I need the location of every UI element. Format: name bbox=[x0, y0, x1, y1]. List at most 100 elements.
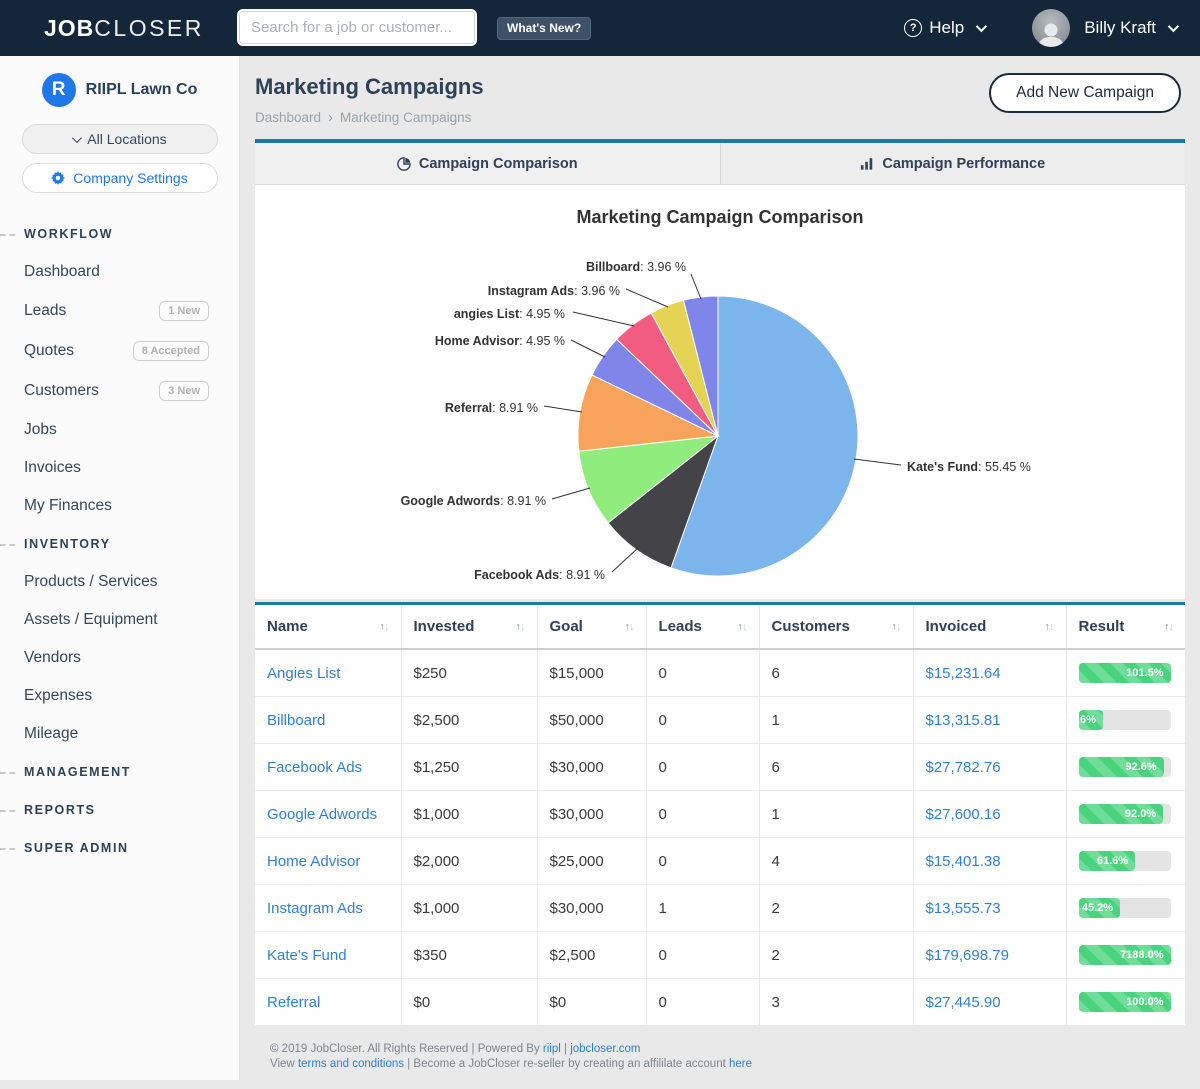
app-logo[interactable]: JOBCLOSER bbox=[44, 15, 204, 42]
sidebar-item-jobs[interactable]: Jobs bbox=[0, 411, 239, 449]
campaign-link[interactable]: Google Adwords bbox=[267, 806, 377, 823]
logo-bold: JOB bbox=[44, 15, 94, 41]
column-label: Goal bbox=[550, 618, 583, 635]
campaign-link[interactable]: Referral bbox=[267, 994, 320, 1011]
campaign-link[interactable]: Kate's Fund bbox=[267, 947, 347, 964]
result-percent-label: 100.0% bbox=[1126, 996, 1163, 1008]
user-avatar[interactable] bbox=[1032, 9, 1070, 47]
cell-customers: 4 bbox=[759, 838, 913, 885]
cell-name: Home Advisor bbox=[255, 838, 401, 885]
result-progress-bar: 101.5% bbox=[1079, 663, 1171, 683]
column-sort-control[interactable]: Name↑↓ bbox=[267, 618, 389, 635]
sort-arrows-icon[interactable]: ↑↓ bbox=[1045, 621, 1054, 633]
cell-invoiced: $15,401.38 bbox=[913, 838, 1066, 885]
result-progress-bar: 100.0% bbox=[1079, 992, 1171, 1012]
sidebar-section-management[interactable]: MANAGEMENT bbox=[0, 753, 239, 791]
sidebar-item-leads[interactable]: Leads1 New bbox=[0, 291, 239, 331]
sort-arrows-icon[interactable]: ↑↓ bbox=[516, 621, 525, 633]
column-header-invested: Invested↑↓ bbox=[401, 605, 537, 649]
user-name[interactable]: Billy Kraft bbox=[1084, 18, 1156, 38]
table-row-angies-list: Angies List$250$15,00006$15,231.64101.5% bbox=[255, 649, 1185, 697]
cell-customers: 3 bbox=[759, 979, 913, 1026]
campaign-link[interactable]: Angies List bbox=[267, 665, 340, 682]
column-sort-control[interactable]: Invested↑↓ bbox=[414, 618, 525, 635]
invoiced-link[interactable]: $15,401.38 bbox=[926, 853, 1001, 870]
company-settings-button[interactable]: Company Settings bbox=[22, 163, 218, 193]
invoiced-link[interactable]: $15,231.64 bbox=[926, 665, 1001, 682]
footer-text: | Become a JobCloser re-seller by creati… bbox=[404, 1058, 729, 1070]
column-sort-control[interactable]: Result↑↓ bbox=[1079, 618, 1174, 635]
sidebar-section-workflow[interactable]: WORKFLOW bbox=[0, 215, 239, 253]
cell-name: Google Adwords bbox=[255, 791, 401, 838]
sort-arrows-icon[interactable]: ↑↓ bbox=[892, 621, 901, 633]
footer-link-jobcloser-com[interactable]: jobcloser.com bbox=[570, 1043, 640, 1055]
help-menu[interactable]: ? Help bbox=[904, 18, 984, 38]
result-progress-fill: 92.0% bbox=[1079, 804, 1164, 824]
sort-arrows-icon[interactable]: ↑↓ bbox=[380, 621, 389, 633]
sidebar-item-label: Customers bbox=[24, 382, 99, 400]
footer-link-riipl[interactable]: riipl bbox=[543, 1043, 561, 1055]
sidebar-item-my-finances[interactable]: My Finances bbox=[0, 487, 239, 525]
sort-arrows-icon[interactable]: ↑↓ bbox=[1164, 621, 1173, 633]
cell-goal: $15,000 bbox=[537, 649, 646, 697]
all-locations-dropdown[interactable]: All Locations bbox=[22, 124, 218, 154]
sidebar-item-vendors[interactable]: Vendors bbox=[0, 639, 239, 677]
campaign-link[interactable]: Billboard bbox=[267, 712, 325, 729]
sort-arrows-icon[interactable]: ↑↓ bbox=[625, 621, 634, 633]
pie-label-billboard: Billboard: 3.96 % bbox=[586, 260, 686, 274]
cell-leads: 1 bbox=[646, 885, 759, 932]
footer-link-terms-and-conditions[interactable]: terms and conditions bbox=[298, 1058, 404, 1070]
pie-chart-svg[interactable]: Kate's Fund: 55.45 %Facebook Ads: 8.91 %… bbox=[255, 185, 1185, 599]
column-sort-control[interactable]: Leads↑↓ bbox=[659, 618, 747, 635]
sidebar-nav: WORKFLOWDashboardLeads1 NewQuotes8 Accep… bbox=[0, 215, 239, 867]
table-row-home-advisor: Home Advisor$2,000$25,00004$15,401.3861.… bbox=[255, 838, 1185, 885]
pie-label-connector bbox=[854, 459, 901, 465]
footer-link-here[interactable]: here bbox=[729, 1058, 752, 1070]
cell-invested: $0 bbox=[401, 979, 537, 1026]
sidebar-section-inventory[interactable]: INVENTORY bbox=[0, 525, 239, 563]
cell-invested: $2,500 bbox=[401, 697, 537, 744]
sidebar-section-super-admin[interactable]: SUPER ADMIN bbox=[0, 829, 239, 867]
invoiced-link[interactable]: $13,315.81 bbox=[926, 712, 1001, 729]
column-header-leads: Leads↑↓ bbox=[646, 605, 759, 649]
invoiced-link[interactable]: $179,698.79 bbox=[926, 947, 1009, 964]
campaign-link[interactable]: Home Advisor bbox=[267, 853, 360, 870]
breadcrumb-dashboard[interactable]: Dashboard bbox=[255, 110, 321, 125]
cell-leads: 0 bbox=[646, 697, 759, 744]
search-input[interactable] bbox=[237, 9, 477, 46]
campaign-link[interactable]: Facebook Ads bbox=[267, 759, 362, 776]
sidebar-item-expenses[interactable]: Expenses bbox=[0, 677, 239, 715]
sidebar-item-assets-equipment[interactable]: Assets / Equipment bbox=[0, 601, 239, 639]
column-sort-control[interactable]: Goal ↑↓ bbox=[550, 618, 634, 635]
pie-label-connector bbox=[691, 274, 701, 299]
sort-arrows-icon[interactable]: ↑↓ bbox=[738, 621, 747, 633]
tab-campaign-performance[interactable]: Campaign Performance bbox=[720, 143, 1186, 184]
footer-text: View bbox=[270, 1058, 298, 1070]
sidebar-item-products-services[interactable]: Products / Services bbox=[0, 563, 239, 601]
column-sort-control[interactable]: Customers↑↓ bbox=[772, 618, 901, 635]
result-progress-fill: 92.6% bbox=[1079, 757, 1164, 777]
sidebar-item-customers[interactable]: Customers3 New bbox=[0, 371, 239, 411]
chevron-down-icon[interactable] bbox=[1168, 21, 1179, 32]
top-header: JOBCLOSER What's New? ? Help Billy Kraft bbox=[0, 0, 1200, 56]
invoiced-link[interactable]: $27,445.90 bbox=[926, 994, 1001, 1011]
result-progress-bar: 92.6% bbox=[1079, 757, 1171, 777]
result-progress-bar: 92.0% bbox=[1079, 804, 1171, 824]
invoiced-link[interactable]: $13,555.73 bbox=[926, 900, 1001, 917]
sidebar-item-invoices[interactable]: Invoices bbox=[0, 449, 239, 487]
invoiced-link[interactable]: $27,600.16 bbox=[926, 806, 1001, 823]
cell-invested: $350 bbox=[401, 932, 537, 979]
whats-new-button[interactable]: What's New? bbox=[497, 17, 591, 40]
footer: © 2019 JobCloser. All Rights Reserved | … bbox=[255, 1025, 1185, 1089]
cell-goal: $50,000 bbox=[537, 697, 646, 744]
sidebar-item-quotes[interactable]: Quotes8 Accepted bbox=[0, 331, 239, 371]
column-sort-control[interactable]: Invoiced↑↓ bbox=[926, 618, 1054, 635]
sidebar-item-dashboard[interactable]: Dashboard bbox=[0, 253, 239, 291]
add-new-campaign-button[interactable]: Add New Campaign bbox=[989, 73, 1181, 113]
invoiced-link[interactable]: $27,782.76 bbox=[926, 759, 1001, 776]
sidebar-item-mileage[interactable]: Mileage bbox=[0, 715, 239, 753]
cell-goal: $2,500 bbox=[537, 932, 646, 979]
sidebar-section-reports[interactable]: REPORTS bbox=[0, 791, 239, 829]
tab-campaign-comparison[interactable]: Campaign Comparison bbox=[255, 143, 720, 184]
campaign-link[interactable]: Instagram Ads bbox=[267, 900, 363, 917]
